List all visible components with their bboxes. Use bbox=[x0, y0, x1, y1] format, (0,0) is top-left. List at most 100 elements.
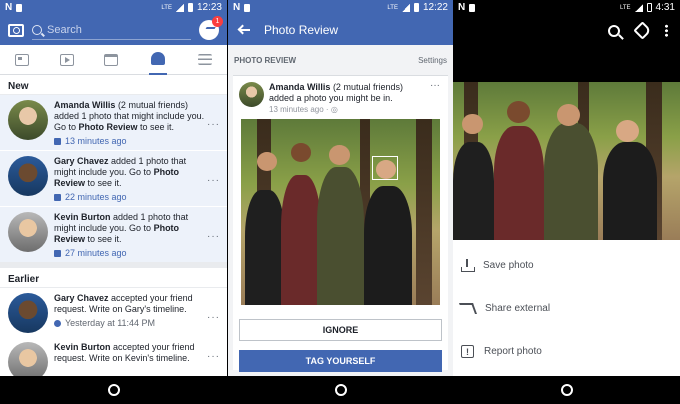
notif-tail: to see it. bbox=[85, 234, 122, 244]
notification-item[interactable]: Gary Chavez accepted your friend request… bbox=[0, 288, 227, 336]
tab-marketplace-icon[interactable] bbox=[104, 53, 119, 66]
overflow-menu-icon[interactable] bbox=[665, 24, 668, 37]
android-nav-bar bbox=[0, 376, 227, 404]
camera-icon[interactable] bbox=[8, 23, 24, 37]
notifications-screen: N LTE 12:23 Search 1 New Amanda Willis (2… bbox=[0, 0, 227, 404]
clock: 4:31 bbox=[655, 2, 675, 13]
settings-link[interactable]: Settings bbox=[418, 56, 447, 65]
fb-header: N LTE 12:22 Photo Review bbox=[228, 0, 453, 45]
notification-item[interactable]: Amanda Willis (2 mutual friends) added 1… bbox=[0, 95, 227, 150]
battery-icon bbox=[187, 3, 193, 12]
more-options-icon[interactable]: ··· bbox=[207, 312, 220, 323]
home-button-icon[interactable] bbox=[560, 384, 573, 396]
signal-icon bbox=[634, 3, 643, 12]
signal-icon bbox=[175, 3, 184, 12]
status-bar: N LTE 12:22 bbox=[228, 0, 453, 15]
avatar bbox=[8, 212, 48, 252]
post-time: 13 minutes ago · bbox=[269, 105, 329, 114]
tag-yourself-button[interactable]: TAG YOURSELF bbox=[239, 350, 442, 372]
friend-icon bbox=[54, 320, 61, 327]
android-nav-bar bbox=[228, 376, 453, 404]
messenger-icon[interactable]: 1 bbox=[199, 16, 223, 40]
status-bar: N LTE 4:31 bbox=[453, 0, 680, 15]
tag-icon[interactable] bbox=[633, 21, 652, 40]
notif-link: Photo Review bbox=[78, 122, 138, 132]
group-photo-image bbox=[453, 82, 680, 240]
review-photo[interactable] bbox=[241, 119, 440, 305]
section-earlier-heading: Earlier bbox=[0, 262, 227, 288]
back-arrow-icon[interactable] bbox=[238, 25, 250, 35]
top-bar: Photo Review bbox=[228, 15, 453, 45]
more-options-icon[interactable]: ··· bbox=[207, 351, 220, 362]
status-bar: N LTE 12:23 bbox=[0, 0, 227, 15]
photo-icon bbox=[54, 138, 61, 145]
messenger-badge: 1 bbox=[212, 16, 223, 27]
signal-icon bbox=[401, 3, 410, 12]
notif-time: 22 minutes ago bbox=[65, 192, 127, 202]
home-button-icon[interactable] bbox=[334, 384, 347, 396]
notif-time: 13 minutes ago bbox=[65, 136, 127, 146]
fb-header: N LTE 12:23 Search 1 bbox=[0, 0, 227, 45]
bell-icon bbox=[151, 52, 166, 65]
top-bar: Search 1 bbox=[0, 15, 227, 45]
photo-review-card: Amanda Willis (2 mutual friends) added a… bbox=[233, 75, 448, 372]
avatar bbox=[8, 156, 48, 196]
tab-video-icon[interactable] bbox=[59, 53, 74, 66]
battery-icon bbox=[646, 3, 652, 12]
avatar bbox=[8, 293, 48, 333]
report-icon: ! bbox=[461, 345, 474, 358]
notif-tail: to see it. bbox=[85, 178, 122, 188]
save-photo-label: Save photo bbox=[483, 260, 534, 271]
globe-icon: ◎ bbox=[330, 105, 338, 114]
share-icon bbox=[458, 303, 478, 314]
more-options-icon[interactable]: ··· bbox=[207, 231, 220, 242]
lte-icon: LTE bbox=[387, 4, 398, 11]
tab-bar bbox=[0, 45, 227, 75]
search-placeholder: Search bbox=[47, 23, 82, 36]
more-options-icon[interactable]: ··· bbox=[207, 175, 220, 186]
photo-review-screen: N LTE 12:22 Photo Review PHOTO REVIEW Set… bbox=[228, 0, 453, 404]
clock: 12:22 bbox=[422, 2, 448, 13]
post-author[interactable]: Amanda Willis bbox=[269, 82, 330, 92]
ignore-button[interactable]: IGNORE bbox=[239, 319, 442, 341]
notif-name: Kevin Burton bbox=[54, 212, 111, 222]
photo-actions-sheet: Save photo Share external ! Report photo bbox=[453, 240, 680, 376]
avatar bbox=[8, 100, 48, 140]
face-detection-box[interactable] bbox=[372, 156, 399, 181]
viewer-photo[interactable] bbox=[453, 82, 680, 240]
group-photo-image bbox=[241, 119, 440, 305]
post-action: added a photo you might be in. bbox=[269, 93, 393, 103]
share-external-item[interactable]: Share external bbox=[453, 287, 680, 330]
notification-n-icon: N bbox=[5, 2, 13, 13]
report-photo-label: Report photo bbox=[484, 346, 542, 357]
notif-name: Gary Chavez bbox=[54, 156, 109, 166]
viewer-toolbar bbox=[453, 15, 680, 46]
doc-icon bbox=[244, 3, 251, 12]
avatar[interactable] bbox=[239, 82, 264, 107]
notif-tail: to see it. bbox=[137, 122, 175, 132]
home-button-icon[interactable] bbox=[107, 384, 120, 396]
more-options-icon[interactable]: ··· bbox=[207, 119, 220, 130]
report-photo-item[interactable]: ! Report photo bbox=[453, 330, 680, 373]
notification-n-icon: N bbox=[458, 2, 466, 13]
notification-item[interactable]: Gary Chavez added 1 photo that might inc… bbox=[0, 150, 227, 206]
tab-news-feed-icon[interactable] bbox=[15, 53, 30, 66]
notification-n-icon: N bbox=[233, 2, 241, 13]
battery-icon bbox=[413, 3, 419, 12]
notif-time: Yesterday at 11:44 PM bbox=[65, 318, 156, 328]
photo-icon bbox=[54, 250, 61, 257]
doc-icon bbox=[469, 3, 476, 12]
section-title: PHOTO REVIEW bbox=[234, 55, 297, 65]
notification-item[interactable]: Kevin Burton added 1 photo that might in… bbox=[0, 206, 227, 262]
section-header: PHOTO REVIEW Settings bbox=[228, 45, 453, 75]
android-nav-bar bbox=[453, 376, 680, 404]
search-input[interactable]: Search bbox=[32, 20, 191, 40]
page-title: Photo Review bbox=[264, 23, 339, 37]
clock: 12:23 bbox=[196, 2, 222, 13]
tab-notifications[interactable] bbox=[149, 45, 168, 75]
tab-menu-icon[interactable] bbox=[197, 54, 212, 65]
search-icon[interactable] bbox=[608, 24, 620, 37]
more-options-icon[interactable]: ··· bbox=[430, 80, 440, 91]
save-photo-item[interactable]: Save photo bbox=[453, 244, 680, 287]
lte-icon: LTE bbox=[161, 4, 172, 11]
